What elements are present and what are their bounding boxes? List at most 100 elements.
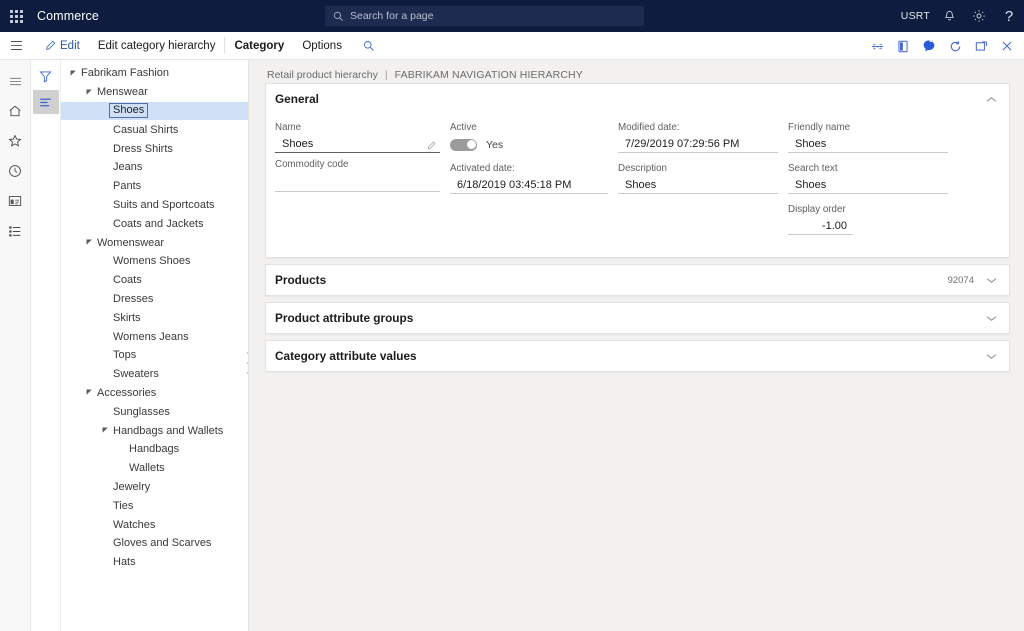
category-tree: Fabrikam Fashion Menswear Shoes Casual Shir…: [61, 64, 248, 572]
field-commodity-code-value[interactable]: [275, 177, 440, 191]
tree-node-handbags[interactable]: Handbags: [61, 440, 248, 459]
tree-node-label: Hats: [113, 556, 136, 569]
office-app-icon[interactable]: [890, 32, 916, 60]
chevron-down-icon[interactable]: [986, 277, 997, 284]
field-activated-date-value[interactable]: 6/18/2019 03:45:18 PM: [450, 179, 608, 193]
gear-icon[interactable]: [964, 0, 994, 32]
search-icon[interactable]: [351, 40, 385, 52]
tree-node-label: Suits and Sportcoats: [113, 198, 215, 211]
products-section-header[interactable]: Products 92074: [266, 265, 1009, 295]
tree-node-jewelry[interactable]: Jewelry: [61, 478, 248, 497]
general-section-header[interactable]: General: [266, 84, 1009, 114]
tree-node-ties[interactable]: Ties: [61, 496, 248, 515]
tree-expand-arrow-icon[interactable]: [67, 70, 80, 77]
tab-category[interactable]: Category: [225, 32, 293, 60]
tree-node-sweaters[interactable]: Sweaters: [61, 365, 248, 384]
tree-node-accessories[interactable]: Accessories: [61, 384, 248, 403]
tree-node-watches[interactable]: Watches: [61, 515, 248, 534]
tree-node-pants[interactable]: Pants: [61, 177, 248, 196]
chevron-up-icon[interactable]: [986, 96, 997, 103]
tree-node-tops[interactable]: Tops: [61, 346, 248, 365]
chevron-down-icon[interactable]: [986, 353, 997, 360]
tree-expand-arrow-icon[interactable]: [83, 89, 96, 96]
field-description-value[interactable]: Shoes: [618, 179, 778, 193]
tree-node-label: Sunglasses: [113, 405, 170, 418]
tree-node-coats[interactable]: Coats: [61, 271, 248, 290]
field-friendly-name-value[interactable]: Shoes: [788, 138, 948, 152]
tree-node-label: Dress Shirts: [113, 142, 173, 155]
tree-node-coats-and-jackets[interactable]: Coats and Jackets: [61, 214, 248, 233]
tree-node-shoes[interactable]: Shoes: [61, 101, 248, 121]
tree-node-label: Fabrikam Fashion: [81, 67, 170, 80]
breadcrumb: Retail product hierarchy | FABRIKAM NAVI…: [265, 60, 1010, 83]
refresh-icon[interactable]: [942, 32, 968, 60]
tree-node-label: Menswear: [97, 86, 148, 99]
app-title: Commerce: [37, 9, 99, 23]
field-search-text-value[interactable]: Shoes: [788, 179, 948, 193]
tree-node-label: Gloves and Scarves: [113, 537, 212, 550]
chevron-down-icon[interactable]: [986, 315, 997, 322]
products-count-badge: 92074: [947, 274, 974, 286]
tree-node-gloves-and-scarves[interactable]: Gloves and Scarves: [61, 534, 248, 553]
tree-node-fabrikam-fashion[interactable]: Fabrikam Fashion: [61, 64, 248, 83]
category-attribute-values-section-header[interactable]: Category attribute values: [266, 341, 1009, 371]
category-tree-panel[interactable]: Fabrikam Fashion Menswear Shoes Casual Shir…: [61, 60, 249, 631]
field-name-value[interactable]: Shoes: [275, 138, 427, 152]
tree-expand-arrow-icon[interactable]: [99, 427, 112, 434]
field-search-text-label: Search text: [788, 163, 838, 174]
active-toggle[interactable]: [450, 138, 477, 151]
popout-icon[interactable]: [968, 32, 994, 60]
favorites-star-icon[interactable]: [0, 126, 31, 156]
product-attribute-groups-section-header[interactable]: Product attribute groups: [266, 303, 1009, 333]
tree-node-suits-and-sportcoats[interactable]: Suits and Sportcoats: [61, 196, 248, 215]
tree-node-dresses[interactable]: Dresses: [61, 290, 248, 309]
list-view-icon[interactable]: [32, 90, 59, 114]
general-section-title: General: [275, 92, 319, 106]
tree-node-hats[interactable]: Hats: [61, 553, 248, 572]
tree-expand-arrow-icon[interactable]: [83, 389, 96, 396]
field-display-order-value[interactable]: -1.00: [788, 220, 853, 234]
home-icon[interactable]: [0, 96, 31, 126]
field-friendly-name-label: Friendly name: [788, 122, 851, 133]
field-search-text: Search text Shoes: [788, 163, 958, 194]
attach-icon[interactable]: [864, 32, 890, 60]
edit-button[interactable]: Edit: [38, 32, 89, 60]
tree-expand-arrow-icon[interactable]: [83, 239, 96, 246]
panel-splitter-handle[interactable]: [246, 352, 248, 374]
tree-tool-column: [31, 60, 61, 631]
tree-node-sunglasses[interactable]: Sunglasses: [61, 402, 248, 421]
tree-node-handbags-and-wallets[interactable]: Handbags and Wallets: [61, 421, 248, 440]
recent-clock-icon[interactable]: [0, 156, 31, 186]
help-icon[interactable]: ?: [994, 0, 1024, 32]
tree-node-jeans[interactable]: Jeans: [61, 158, 248, 177]
hamburger-icon[interactable]: [0, 66, 31, 96]
tree-node-casual-shirts[interactable]: Casual Shirts: [61, 120, 248, 139]
tree-node-label: Watches: [113, 518, 156, 531]
tree-node-womens-shoes[interactable]: Womens Shoes: [61, 252, 248, 271]
tree-node-wallets[interactable]: Wallets: [61, 459, 248, 478]
pencil-icon[interactable]: [427, 141, 440, 152]
hamburger-icon[interactable]: [0, 32, 32, 60]
modules-list-icon[interactable]: [0, 216, 31, 246]
tree-node-menswear[interactable]: Menswear: [61, 83, 248, 102]
tab-edit-category-hierarchy[interactable]: Edit category hierarchy: [89, 32, 225, 60]
tree-node-womens-jeans[interactable]: Womens Jeans: [61, 327, 248, 346]
bell-icon[interactable]: [934, 0, 964, 32]
close-icon[interactable]: [994, 32, 1020, 60]
tree-node-dress-shirts[interactable]: Dress Shirts: [61, 139, 248, 158]
tree-node-skirts[interactable]: Skirts: [61, 308, 248, 327]
tree-node-label: Shoes: [109, 103, 149, 119]
filter-icon[interactable]: [33, 64, 59, 88]
field-commodity-code-label: Commodity code: [275, 159, 349, 170]
app-launcher-icon[interactable]: [0, 0, 32, 32]
breadcrumb-parent-link[interactable]: Retail product hierarchy: [267, 69, 378, 81]
workspaces-icon[interactable]: [0, 186, 31, 216]
global-search-box[interactable]: Search for a page: [325, 6, 644, 26]
tree-node-label: Handbags: [129, 443, 180, 456]
company-selector[interactable]: USRT: [897, 0, 934, 32]
tree-node-womenswear[interactable]: Womenswear: [61, 233, 248, 252]
feedback-icon[interactable]: 0: [916, 32, 942, 60]
tab-options[interactable]: Options: [293, 32, 351, 60]
tree-node-label: Ties: [113, 499, 134, 512]
field-modified-date-value[interactable]: 7/29/2019 07:29:56 PM: [618, 138, 778, 152]
